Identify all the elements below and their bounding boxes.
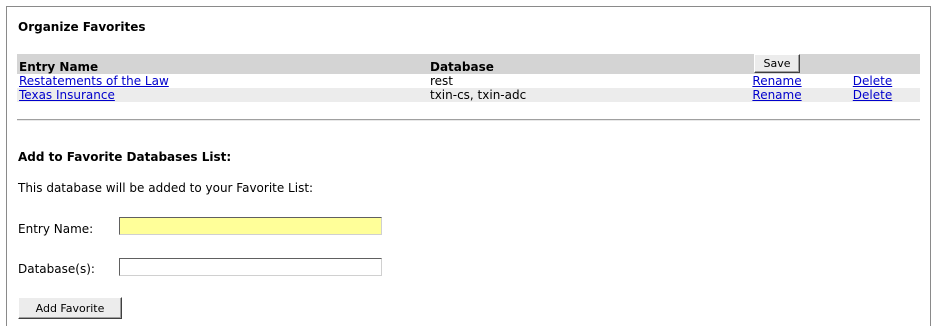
section-divider [17,119,920,121]
save-button[interactable]: Save [754,54,800,73]
add-section-heading: Add to Favorite Databases List: [18,150,232,164]
entry-name-link[interactable]: Restatements of the Law [19,74,169,88]
rename-cell: Rename [729,88,825,102]
database-cell: txin-cs, txin-adc [428,88,729,102]
column-header-entry-name: Entry Name [17,54,428,74]
delete-link[interactable]: Delete [853,74,892,88]
favorites-table: Entry Name Database Save Restatements of… [17,54,920,102]
page-title: Organize Favorites [18,20,146,34]
database-cell: rest [428,74,729,88]
save-cell: Save [729,54,825,74]
add-info-text: This database will be added to your Favo… [18,181,314,195]
databases-field[interactable] [119,258,382,276]
databases-label: Database(s): [18,262,95,276]
entry-name-link[interactable]: Texas Insurance [19,88,115,102]
entry-name-label: Entry Name: [18,222,94,236]
column-header-empty [825,54,920,74]
rename-link[interactable]: Rename [752,74,801,88]
add-favorite-button[interactable]: Add Favorite [18,297,122,319]
table-row: Texas Insurance txin-cs, txin-adc Rename… [17,88,920,102]
delete-cell: Delete [825,74,920,88]
rename-link[interactable]: Rename [752,88,801,102]
delete-cell: Delete [825,88,920,102]
table-header-row: Entry Name Database Save [17,54,920,74]
entry-name-cell: Restatements of the Law [17,74,428,88]
delete-link[interactable]: Delete [853,88,892,102]
entry-name-cell: Texas Insurance [17,88,428,102]
column-header-database: Database [428,54,729,74]
rename-cell: Rename [729,74,825,88]
table-row: Restatements of the Law rest Rename Dele… [17,74,920,88]
entry-name-field[interactable] [119,217,382,235]
